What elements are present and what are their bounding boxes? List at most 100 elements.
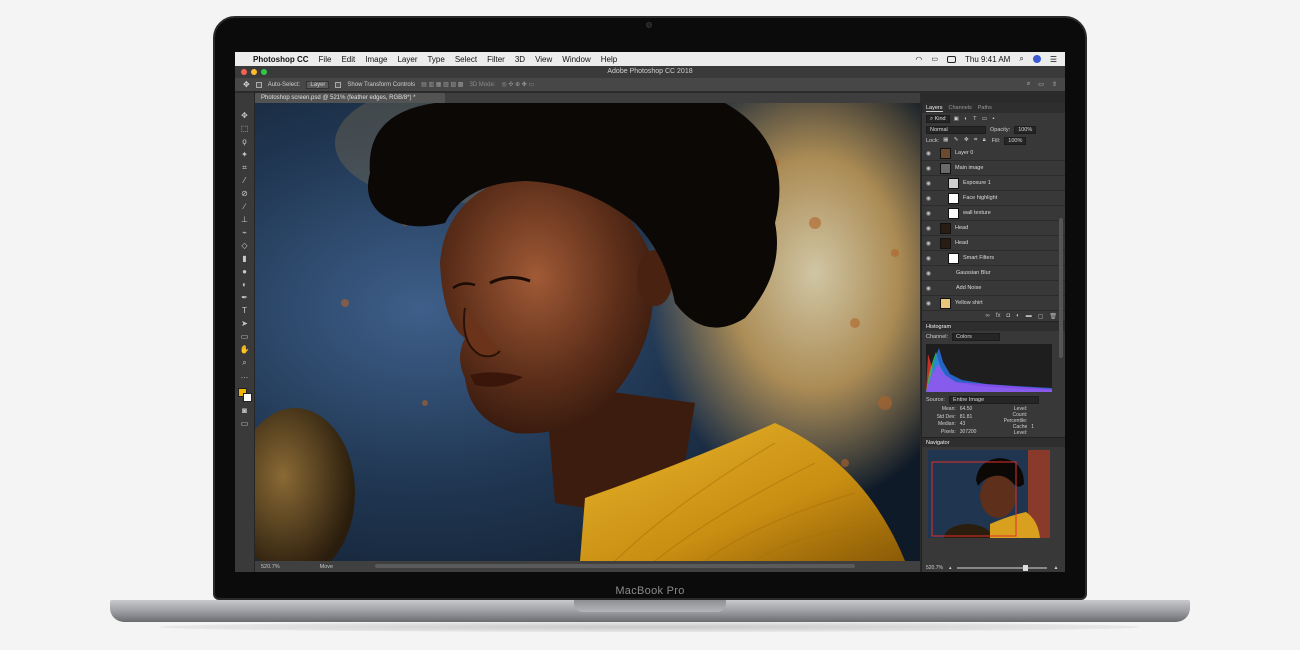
menu-clock[interactable]: Thu 9:41 AM [965, 55, 1010, 64]
layer-row[interactable]: ◉ Head [922, 236, 1065, 251]
menu-window[interactable]: Window [562, 55, 590, 64]
layer-thumbnail[interactable] [940, 162, 951, 174]
new-layer-icon[interactable]: ▢ [1038, 313, 1044, 320]
layer-row[interactable]: ◉ Main image [922, 161, 1065, 176]
slider-knob[interactable] [1023, 564, 1029, 571]
source-select[interactable]: Entire Image [948, 395, 1039, 404]
visibility-eye-icon[interactable]: ◉ [925, 285, 932, 292]
layer-thumbnail[interactable] [940, 147, 951, 159]
zoom-out-icon[interactable]: ▴ [949, 565, 952, 571]
layer-thumbnail[interactable] [948, 192, 959, 204]
navigator-header[interactable]: Navigator [922, 437, 1065, 447]
menu-image[interactable]: Image [365, 55, 387, 64]
trash-icon[interactable]: 🗑︎ [1049, 313, 1057, 320]
dodge-tool-icon[interactable]: ◐ [240, 280, 250, 289]
blend-mode-select[interactable]: Normal [926, 125, 986, 134]
filter-icons[interactable]: ▣ ◐ T ▭ ▪ [954, 116, 997, 122]
blur-tool-icon[interactable]: ● [240, 267, 250, 276]
list-icon[interactable]: ☰ [1050, 55, 1057, 64]
layer-thumbnail[interactable] [940, 297, 951, 309]
siri-icon[interactable] [1032, 55, 1041, 63]
menu-select[interactable]: Select [455, 55, 477, 64]
channel-select[interactable]: Colors [952, 332, 1001, 341]
close-button[interactable] [241, 69, 247, 75]
visibility-eye-icon[interactable]: ◉ [925, 165, 932, 172]
layer-thumbnail[interactable] [948, 177, 959, 189]
layer-row[interactable]: ◉ Smart Filters [922, 251, 1065, 266]
lock-icons[interactable]: ▦ ✎ ✥ ⌗ 🔒︎ [943, 137, 988, 144]
tab-layers[interactable]: Layers [926, 105, 943, 112]
auto-select-checkbox[interactable] [255, 81, 262, 88]
visibility-eye-icon[interactable]: ◉ [925, 255, 932, 262]
battery-icon[interactable] [946, 55, 956, 63]
opacity-field[interactable]: 100% [1014, 125, 1037, 134]
fill-field[interactable]: 100% [1004, 136, 1027, 145]
magic-wand-icon[interactable]: ✦ [240, 150, 250, 159]
layer-thumbnail[interactable] [940, 222, 951, 234]
visibility-eye-icon[interactable]: ◉ [925, 180, 932, 187]
visibility-eye-icon[interactable]: ◉ [925, 225, 932, 232]
history-brush-icon[interactable]: ⌁ [240, 228, 250, 237]
status-zoom[interactable]: 520.7% [261, 564, 280, 570]
more-tools-icon[interactable]: … [240, 371, 250, 380]
visibility-eye-icon[interactable]: ◉ [925, 240, 932, 247]
zoom-in-icon[interactable]: ▲ [1053, 565, 1058, 571]
document-tab[interactable]: Photoshop screen.psd @ 521% (feather edg… [255, 93, 445, 103]
zoom-tool-icon[interactable]: ⌕ [240, 358, 250, 367]
pen-tool-icon[interactable]: ✒ [240, 293, 250, 302]
menu-layer[interactable]: Layer [397, 55, 417, 64]
gradient-tool-icon[interactable]: ▮ [240, 254, 250, 263]
color-swatches[interactable] [237, 388, 252, 402]
layer-row[interactable]: ◉ wall texture [922, 206, 1065, 221]
layer-row[interactable]: ◉ Face highlight [922, 191, 1065, 206]
visibility-eye-icon[interactable]: ◉ [925, 270, 932, 277]
navigator-zoom[interactable]: 520.7% [926, 565, 943, 571]
auto-select-dropdown[interactable]: Layer [306, 80, 330, 89]
tab-channels[interactable]: Channels [949, 105, 972, 111]
align-icons[interactable]: ▤ ▥ ▦ ▧ ▨ ▩ [421, 81, 463, 88]
screen-mode-icon[interactable]: ▭ [240, 419, 250, 428]
visibility-eye-icon[interactable]: ◉ [925, 195, 932, 202]
horizontal-scrollbar[interactable] [375, 564, 855, 568]
visibility-eye-icon[interactable]: ◉ [925, 210, 932, 217]
layer-thumbnail[interactable] [948, 207, 959, 219]
hand-tool-icon[interactable]: ✋ [240, 345, 250, 354]
3d-mode-icons[interactable]: ◎ ✣ ⊕ ✤ ▭ [501, 81, 534, 88]
adjustment-icon[interactable]: ◐ [1016, 313, 1020, 319]
airplay-icon[interactable]: ▭ [931, 55, 938, 63]
zoom-button[interactable] [261, 69, 267, 75]
share-icon[interactable]: ⇧ [1052, 81, 1057, 88]
healing-brush-icon[interactable]: ⊘ [240, 189, 250, 198]
layer-kind-filter[interactable]: ⌕ Kind [926, 114, 950, 123]
shape-tool-icon[interactable]: ▭ [240, 332, 250, 341]
quick-mask-icon[interactable]: ◙ [240, 406, 250, 415]
menu-type[interactable]: Type [427, 55, 444, 64]
canvas[interactable] [255, 103, 920, 561]
visibility-eye-icon[interactable]: ◉ [925, 150, 932, 157]
clone-stamp-icon[interactable]: ⊥ [240, 215, 250, 224]
navigator-zoom-slider[interactable] [957, 564, 1048, 571]
layer-row[interactable]: ◉ Gaussian Blur [922, 266, 1065, 281]
workspace-icon[interactable]: ▭ [1038, 81, 1044, 88]
menu-filter[interactable]: Filter [487, 55, 505, 64]
eraser-icon[interactable]: ◇ [240, 241, 250, 250]
menu-3d[interactable]: 3D [515, 55, 525, 64]
menu-app-name[interactable]: Photoshop CC [253, 55, 309, 64]
search-icon[interactable]: ⌕ [1019, 54, 1023, 64]
menu-file[interactable]: File [319, 55, 332, 64]
visibility-eye-icon[interactable]: ◉ [925, 300, 932, 307]
search-icon[interactable]: ⌕ [1027, 81, 1030, 88]
folder-icon[interactable]: ▬ [1026, 313, 1032, 319]
menu-view[interactable]: View [535, 55, 552, 64]
navigator-preview[interactable] [928, 450, 1050, 538]
tab-paths[interactable]: Paths [978, 105, 992, 111]
layer-row[interactable]: ◉ Exposure 1 [922, 176, 1065, 191]
layers-scrollbar[interactable] [1059, 218, 1063, 358]
transform-controls-checkbox[interactable] [335, 81, 342, 88]
fx-icon[interactable]: fx [996, 313, 1001, 319]
layer-thumbnail[interactable] [948, 252, 959, 264]
link-icon[interactable]: ∞ [986, 313, 990, 319]
background-color[interactable] [242, 393, 252, 402]
eyedropper-icon[interactable]: ⁄ [240, 176, 250, 185]
minimize-button[interactable] [251, 69, 257, 75]
